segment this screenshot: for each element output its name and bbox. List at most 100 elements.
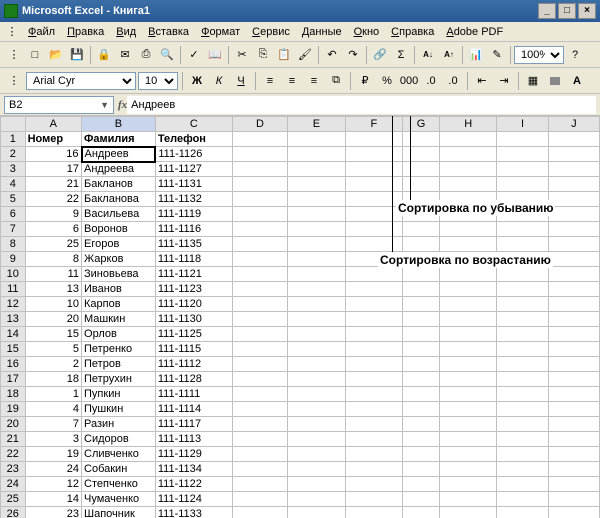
cell[interactable] xyxy=(497,297,548,312)
cell[interactable]: 14 xyxy=(25,492,81,507)
cell[interactable] xyxy=(548,207,599,222)
cell[interactable]: Чумаченко xyxy=(82,492,156,507)
row-header-22[interactable]: 22 xyxy=(1,447,26,462)
cell[interactable] xyxy=(288,162,345,177)
cell[interactable]: Шапочник xyxy=(82,507,156,518)
font-size-combo[interactable]: 10 xyxy=(138,72,178,90)
menu-правка[interactable]: Правка xyxy=(61,24,110,40)
cell[interactable]: 111-1119 xyxy=(155,207,232,222)
cell[interactable] xyxy=(403,177,440,192)
cell[interactable] xyxy=(288,282,345,297)
cell[interactable] xyxy=(403,432,440,447)
row-header-8[interactable]: 8 xyxy=(1,237,26,252)
cell[interactable] xyxy=(497,387,548,402)
menu-окно[interactable]: Окно xyxy=(348,24,386,40)
cell[interactable]: Андреева xyxy=(82,162,156,177)
inc-indent-button[interactable]: ⇥ xyxy=(494,71,514,91)
percent-button[interactable]: % xyxy=(377,71,397,91)
cell[interactable]: 11 xyxy=(25,267,81,282)
row-header-24[interactable]: 24 xyxy=(1,477,26,492)
cell[interactable] xyxy=(439,342,496,357)
cell[interactable] xyxy=(288,342,345,357)
cell[interactable] xyxy=(232,477,287,492)
cell[interactable] xyxy=(288,477,345,492)
cell[interactable] xyxy=(548,147,599,162)
cell[interactable]: Орлов xyxy=(82,327,156,342)
cell[interactable] xyxy=(345,357,402,372)
cell[interactable]: 111-1135 xyxy=(155,237,232,252)
cell[interactable] xyxy=(232,432,287,447)
cell[interactable] xyxy=(345,477,402,492)
cell[interactable] xyxy=(288,507,345,518)
row-header-13[interactable]: 13 xyxy=(1,312,26,327)
cell[interactable] xyxy=(232,447,287,462)
cell[interactable] xyxy=(232,372,287,387)
row-header-20[interactable]: 20 xyxy=(1,417,26,432)
cell[interactable] xyxy=(548,432,599,447)
cell[interactable]: 111-1133 xyxy=(155,507,232,518)
cell-header[interactable] xyxy=(288,132,345,147)
copy-button[interactable]: ⎘ xyxy=(253,45,273,65)
menu-сервис[interactable]: Сервис xyxy=(246,24,296,40)
cell[interactable]: Егоров xyxy=(82,237,156,252)
row-header-9[interactable]: 9 xyxy=(1,252,26,267)
cell[interactable]: 111-1115 xyxy=(155,342,232,357)
cell[interactable] xyxy=(288,372,345,387)
cell[interactable] xyxy=(403,147,440,162)
cell[interactable]: 18 xyxy=(25,372,81,387)
cell[interactable]: 111-1132 xyxy=(155,192,232,207)
col-header-E[interactable]: E xyxy=(288,117,345,132)
cell[interactable] xyxy=(497,342,548,357)
cell[interactable] xyxy=(232,267,287,282)
maximize-button[interactable]: □ xyxy=(558,3,576,19)
cell-header[interactable]: Номер xyxy=(25,132,81,147)
cell[interactable] xyxy=(439,477,496,492)
cell[interactable]: Петрухин xyxy=(82,372,156,387)
cell[interactable] xyxy=(548,342,599,357)
cell[interactable] xyxy=(548,387,599,402)
cell[interactable] xyxy=(232,357,287,372)
cell[interactable]: 111-1116 xyxy=(155,222,232,237)
cell[interactable] xyxy=(232,492,287,507)
cell[interactable] xyxy=(232,312,287,327)
cell[interactable] xyxy=(345,297,402,312)
fx-button[interactable]: fx xyxy=(118,99,127,111)
font-color-button[interactable]: A xyxy=(567,71,587,91)
cell[interactable] xyxy=(288,237,345,252)
cell[interactable] xyxy=(497,477,548,492)
cell[interactable] xyxy=(497,402,548,417)
cell[interactable] xyxy=(345,492,402,507)
menu-формат[interactable]: Формат xyxy=(195,24,246,40)
autosum-button[interactable]: Σ xyxy=(391,45,411,65)
cell[interactable]: 24 xyxy=(25,462,81,477)
cell[interactable] xyxy=(548,372,599,387)
cell[interactable] xyxy=(548,282,599,297)
cell[interactable] xyxy=(548,417,599,432)
cell[interactable] xyxy=(439,267,496,282)
cell[interactable]: 111-1134 xyxy=(155,462,232,477)
cell[interactable] xyxy=(403,447,440,462)
permission-button[interactable]: 🔒 xyxy=(94,45,114,65)
cell[interactable]: 111-1117 xyxy=(155,417,232,432)
cell[interactable] xyxy=(288,252,345,267)
borders-button[interactable]: ▦ xyxy=(523,71,543,91)
minimize-button[interactable]: _ xyxy=(538,3,556,19)
cell[interactable]: 15 xyxy=(25,327,81,342)
row-header-1[interactable]: 1 xyxy=(1,132,26,147)
cell[interactable] xyxy=(497,447,548,462)
align-right-button[interactable]: ≡ xyxy=(304,71,324,91)
row-header-12[interactable]: 12 xyxy=(1,297,26,312)
cell[interactable] xyxy=(288,387,345,402)
cell[interactable] xyxy=(232,327,287,342)
cell[interactable] xyxy=(403,357,440,372)
cell[interactable] xyxy=(497,417,548,432)
row-header-25[interactable]: 25 xyxy=(1,492,26,507)
cell[interactable] xyxy=(345,237,402,252)
cell[interactable] xyxy=(345,462,402,477)
align-left-button[interactable]: ≡ xyxy=(260,71,280,91)
currency-button[interactable]: ₽ xyxy=(355,71,375,91)
cell[interactable] xyxy=(288,492,345,507)
cell[interactable] xyxy=(232,402,287,417)
cell[interactable] xyxy=(345,147,402,162)
cell[interactable] xyxy=(439,282,496,297)
